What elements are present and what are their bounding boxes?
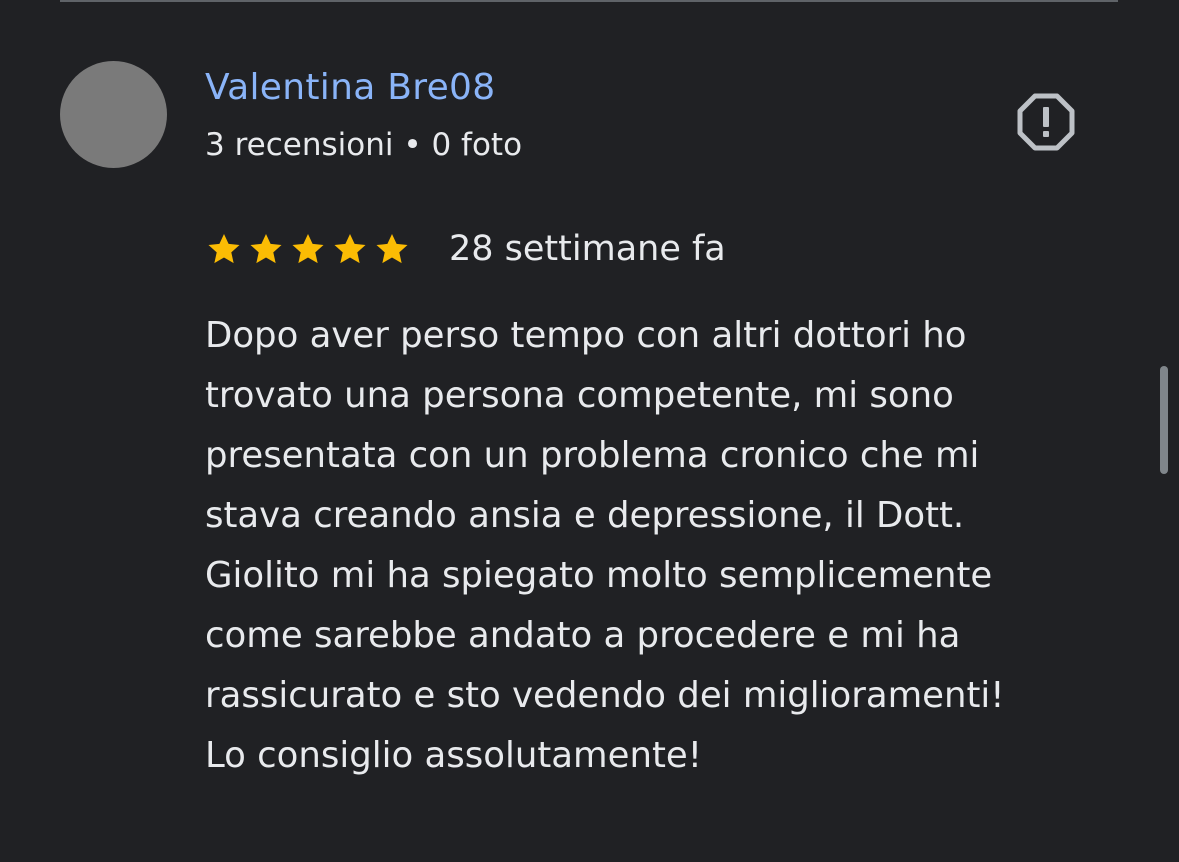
- review-text: Dopo aver perso tempo con altri dottori …: [205, 315, 1005, 776]
- star-icon: [250, 233, 282, 264]
- review-date: 28 settimane fa: [449, 229, 726, 269]
- scrollbar-thumb[interactable]: [1160, 366, 1168, 474]
- star-icon: [292, 233, 324, 264]
- report-octagon-icon: [1017, 93, 1075, 151]
- rating-row: 28 settimane fa: [205, 226, 726, 272]
- top-divider: [60, 0, 1118, 2]
- star-icon: [376, 233, 408, 264]
- report-button[interactable]: [1016, 92, 1076, 152]
- author-meta: 3 recensioni • 0 foto: [205, 127, 523, 163]
- author-name[interactable]: Valentina Bre08: [205, 66, 495, 110]
- star-rating: [205, 230, 411, 268]
- star-icon: [208, 233, 240, 264]
- avatar[interactable]: [60, 61, 167, 168]
- star-icon: [334, 233, 366, 264]
